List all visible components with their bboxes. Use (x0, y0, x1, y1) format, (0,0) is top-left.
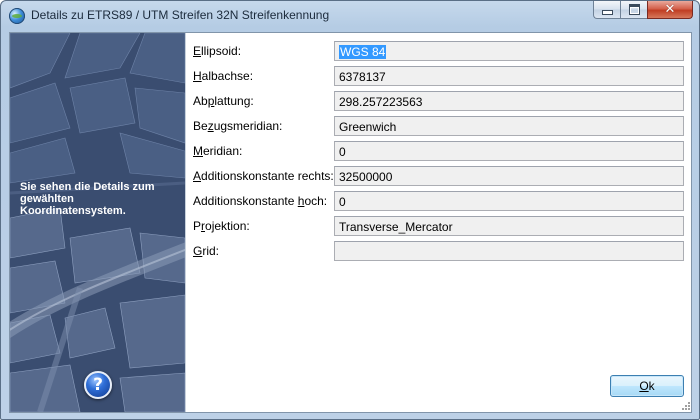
projektion-label: Projektion: (193, 219, 250, 233)
ellipsoid-field[interactable]: WGS 84 (334, 41, 684, 61)
bezugsmeridian-label: Bezugsmeridian: (193, 119, 283, 133)
abplattung-field[interactable]: 298.257223563 (334, 91, 684, 111)
grid-field[interactable] (334, 241, 684, 261)
additionskonstante-hoch-field[interactable]: 0 (334, 191, 684, 211)
globe-icon (9, 8, 25, 24)
dialog-window: Details zu ETRS89 / UTM Streifen 32N Str… (0, 0, 700, 420)
grid-label: Grid: (193, 244, 220, 258)
meridian-label: Meridian: (193, 144, 243, 158)
additionskonstante-rechts-label: Additionskonstante rechts: (193, 169, 334, 183)
help-icon: ? (93, 374, 103, 395)
help-button[interactable]: ? (84, 371, 112, 399)
ellipsoid-label: Ellipsoid: (193, 44, 242, 58)
details-form: Ellipsoid: WGS 84 Halbachse: 6378137 Abp… (185, 33, 691, 412)
side-panel: Sie sehen die Details zum gewählten Koor… (10, 33, 185, 412)
info-text: Sie sehen die Details zum gewählten Koor… (20, 181, 155, 217)
meridian-field[interactable]: 0 (334, 141, 684, 161)
minimize-button[interactable] (593, 1, 620, 19)
close-button[interactable]: ✕ (647, 1, 693, 19)
maximize-icon (628, 4, 640, 15)
ok-button[interactable]: Ok (610, 375, 684, 397)
resize-grip-icon[interactable] (680, 400, 690, 410)
maximize-button[interactable] (620, 1, 647, 19)
additionskonstante-hoch-label: Additionskonstante hoch: (193, 194, 328, 208)
bezugsmeridian-field[interactable]: Greenwich (334, 116, 684, 136)
caption-buttons: ✕ (593, 1, 693, 21)
window-title: Details zu ETRS89 / UTM Streifen 32N Str… (31, 8, 330, 22)
minimize-icon (601, 10, 613, 15)
halbachse-label: Halbachse: (193, 69, 254, 83)
abplattung-label: Abplattung: (193, 94, 254, 108)
map-background-image (10, 33, 185, 412)
dialog-client-area: Sie sehen die Details zum gewählten Koor… (9, 32, 692, 413)
close-icon: ✕ (664, 2, 676, 17)
title-bar[interactable]: Details zu ETRS89 / UTM Streifen 32N Str… (1, 1, 699, 31)
halbachse-field[interactable]: 6378137 (334, 66, 684, 86)
projektion-field[interactable]: Transverse_Mercator (334, 216, 684, 236)
additionskonstante-rechts-field[interactable]: 32500000 (334, 166, 684, 186)
